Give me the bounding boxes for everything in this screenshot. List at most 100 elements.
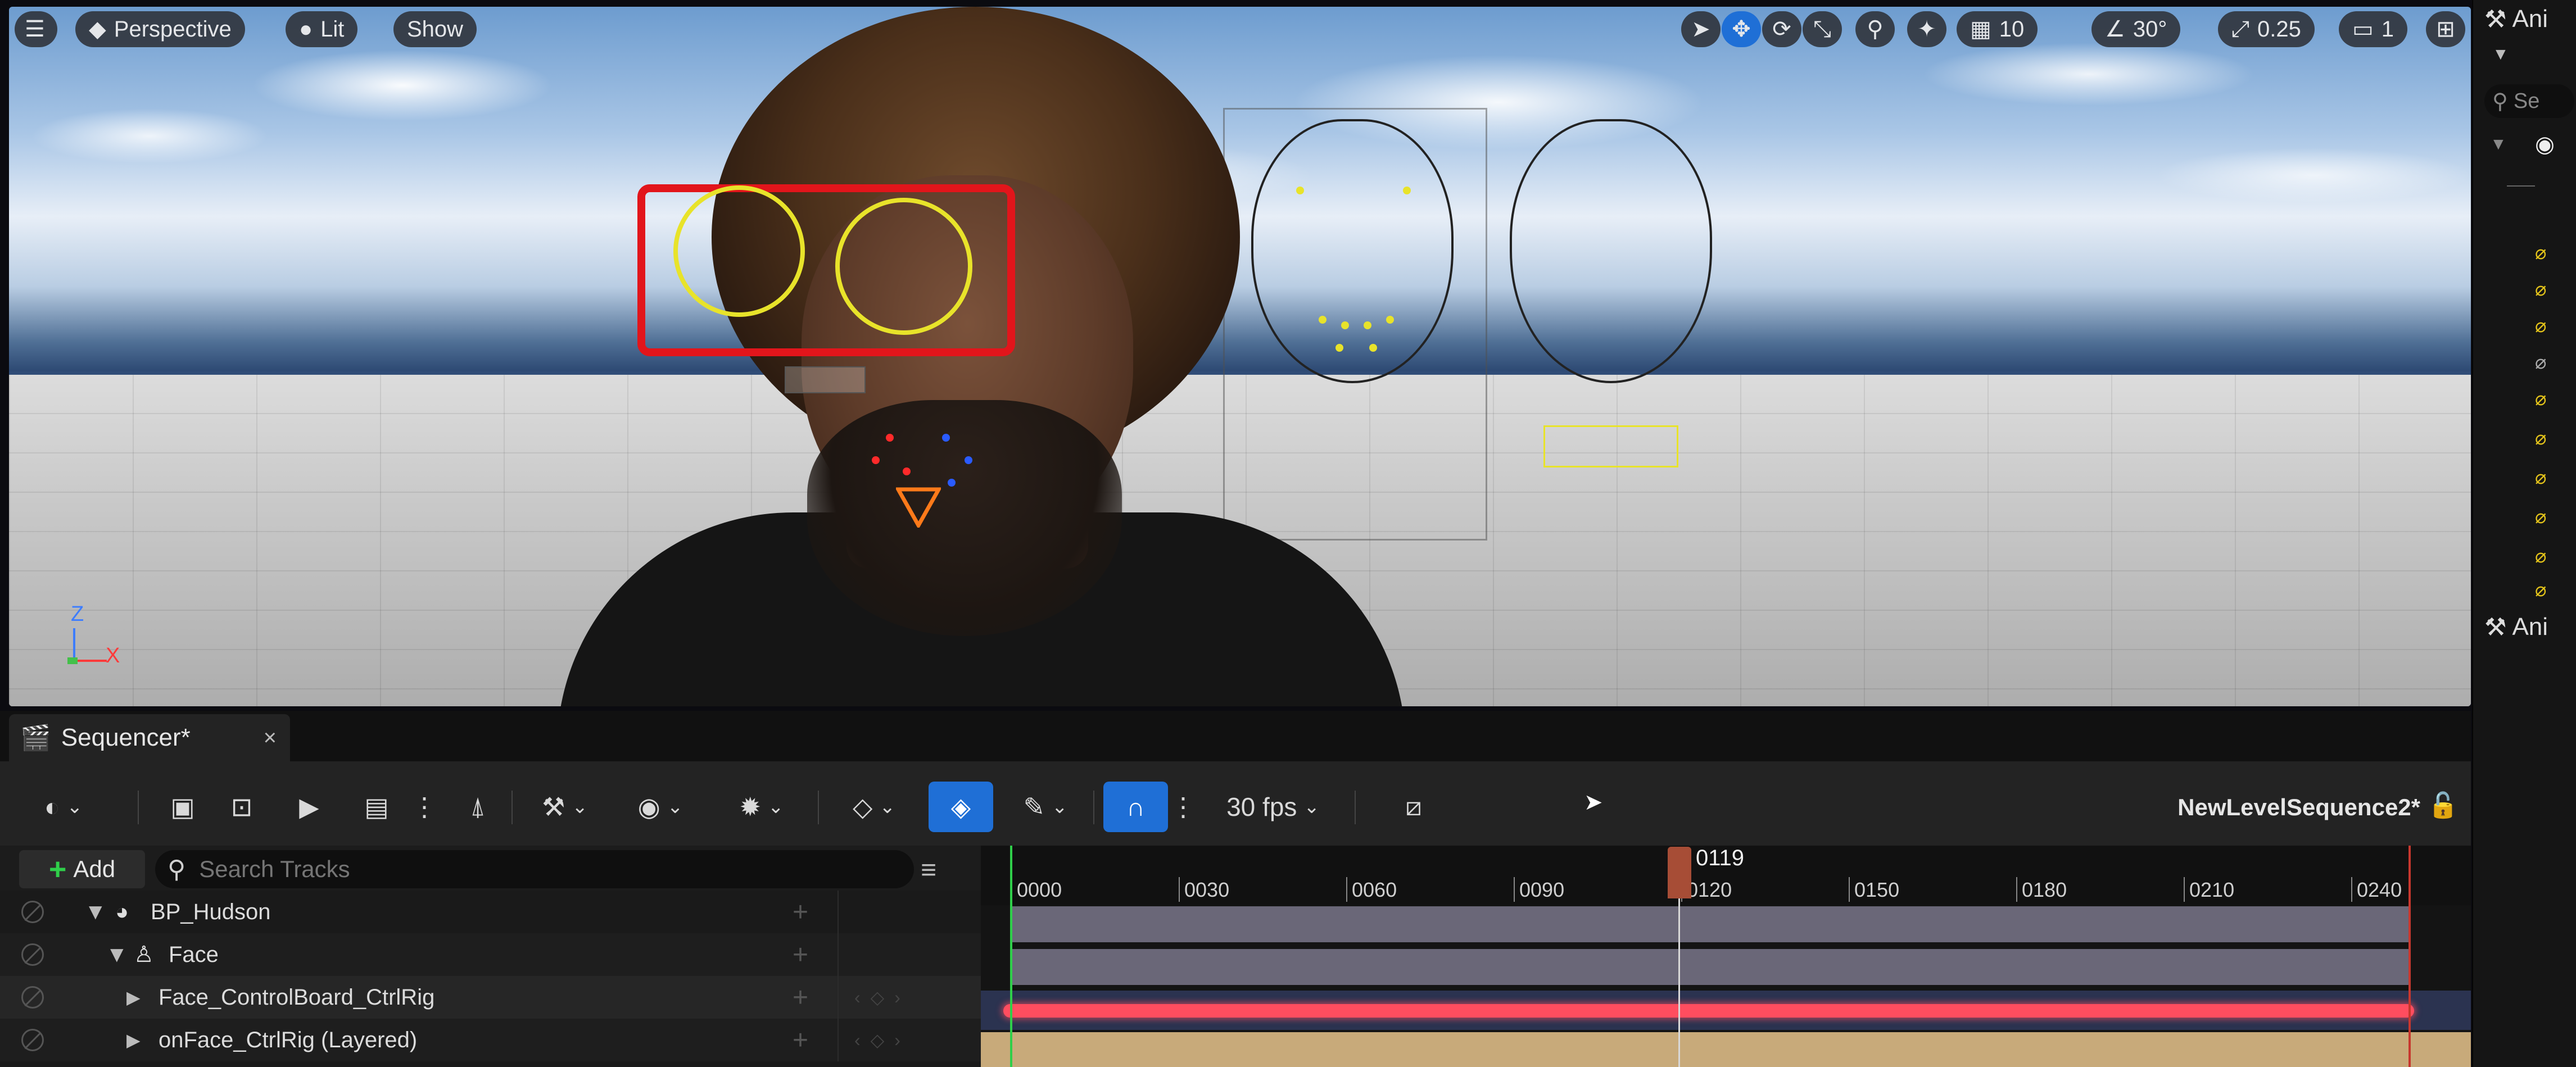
lit-button[interactable]: ● Lit: [286, 11, 358, 47]
add-subtrack-button[interactable]: +: [793, 1025, 808, 1056]
board-control[interactable]: [1403, 187, 1411, 194]
board-control[interactable]: [1341, 321, 1349, 329]
mouth-control-red[interactable]: [903, 467, 911, 475]
level-viewport[interactable]: ☰ ◆ Perspective ● Lit Show ➤ ✥ ⟳ ⤡ ⚲ ✦ ▦…: [9, 7, 2471, 706]
edit-mode-button[interactable]: ✎ ⌄: [1009, 782, 1082, 832]
mouth-control-blue[interactable]: [965, 456, 972, 464]
control-item-icon[interactable]: ⌀: [2535, 315, 2569, 337]
find-asset-button[interactable]: ⊡: [222, 782, 261, 832]
snap-options-button[interactable]: ⋮: [1170, 782, 1196, 832]
control-item-icon[interactable]: ⌀: [2535, 506, 2569, 528]
expand-arrow-icon[interactable]: ▶: [126, 1029, 141, 1051]
collapse-arrow-icon[interactable]: ▼: [106, 942, 128, 968]
grid-snap-button[interactable]: ▦ 10: [1957, 11, 2038, 47]
mouth-control-red[interactable]: [886, 434, 894, 442]
board-control[interactable]: [1369, 344, 1377, 352]
sequencer-tab[interactable]: 🎬 Sequencer* ×: [9, 714, 290, 761]
layered-rig-section-bar[interactable]: [981, 1032, 2471, 1067]
save-sequence-button[interactable]: ▣: [163, 782, 202, 832]
playhead-handle[interactable]: [1668, 847, 1691, 898]
panel-search[interactable]: ⚲ Se: [2484, 84, 2574, 118]
camera-speed-button[interactable]: ▭ 1: [2339, 11, 2408, 47]
hierarchy-button[interactable]: ⍋: [455, 782, 500, 832]
expand-arrow-icon[interactable]: ▼: [2490, 135, 2507, 154]
mute-toggle[interactable]: [21, 1029, 44, 1051]
playback-start-marker[interactable]: [1010, 846, 1012, 1067]
coordinate-system-button[interactable]: ⚲: [1855, 11, 1895, 47]
select-mode-button[interactable]: ➤: [1681, 11, 1721, 47]
track-row[interactable]: ▶ Face_ControlBoard_CtrlRig + ‹◇›: [0, 976, 981, 1019]
add-subtrack-button[interactable]: +: [793, 939, 808, 970]
key-navigation-icon[interactable]: ‹◇›: [854, 987, 911, 1008]
mouth-control-blue[interactable]: [948, 479, 956, 487]
settings-menu-button[interactable]: ⚒ ⌄: [528, 782, 601, 832]
viewport-layout-button[interactable]: ⊞: [2426, 11, 2465, 47]
rotate-mode-button[interactable]: ⟳: [1762, 11, 1801, 47]
eye-icon[interactable]: ◉: [2535, 131, 2555, 157]
add-camera-button[interactable]: ▶: [287, 782, 332, 832]
key-navigation-icon[interactable]: ‹◇›: [854, 1029, 911, 1051]
animation-tab-top[interactable]: ⚒ Ani: [2484, 2, 2548, 36]
face-section-bar[interactable]: [1012, 949, 2409, 985]
close-icon[interactable]: ×: [264, 725, 277, 751]
collapse-arrow-icon[interactable]: ▼: [84, 900, 107, 925]
scale-mode-button[interactable]: ⤡: [1803, 11, 1842, 47]
curve-editor-button[interactable]: ⧄: [1388, 782, 1439, 832]
chevron-down-icon[interactable]: ▼: [2492, 45, 2509, 64]
control-item-icon[interactable]: ⌀: [2535, 388, 2569, 410]
control-item-icon[interactable]: ⌀: [2535, 466, 2569, 488]
secondary-control-box[interactable]: [1543, 425, 1678, 467]
perspective-button[interactable]: ◆ Perspective: [75, 11, 245, 47]
world-menu-button[interactable]: ◐ ⌄: [27, 782, 100, 832]
search-tracks-input[interactable]: [198, 855, 819, 883]
right-eye-control[interactable]: [835, 198, 972, 335]
board-control[interactable]: [1335, 344, 1343, 352]
track-row[interactable]: ▼ ♙ Face +: [0, 933, 981, 976]
board-control[interactable]: [1319, 316, 1327, 324]
timeline-area[interactable]: 0000 0030 0060 0090 0120 0150 0180 0210 …: [981, 846, 2471, 1067]
translate-mode-button[interactable]: ✥: [1722, 11, 1761, 47]
mute-toggle[interactable]: [21, 901, 44, 923]
rotation-snap-button[interactable]: ∠ 30°: [2091, 11, 2181, 47]
fps-selector[interactable]: 30 fps ⌄: [1214, 782, 1332, 832]
track-row[interactable]: ▼ ◕ BP_Hudson +: [0, 891, 981, 933]
control-item-icon[interactable]: ⌀: [2535, 242, 2569, 264]
viewport-menu-button[interactable]: ☰: [15, 11, 57, 47]
sequence-name[interactable]: NewLevelSequence2*: [2177, 794, 2420, 821]
board-control[interactable]: [1386, 316, 1394, 324]
more-options-button[interactable]: ⋮: [411, 782, 437, 832]
actor-section-bar[interactable]: [1012, 906, 2409, 942]
mute-toggle[interactable]: [21, 986, 44, 1009]
mouth-control-red[interactable]: [872, 456, 880, 464]
left-eye-control[interactable]: [673, 185, 805, 317]
add-subtrack-button[interactable]: +: [793, 982, 808, 1013]
mouth-control-blue[interactable]: [942, 434, 950, 442]
control-item-icon[interactable]: ⌀: [2535, 579, 2569, 601]
snap-toggle-button[interactable]: ∩: [1103, 782, 1168, 832]
lock-icon[interactable]: 🔓: [2428, 791, 2459, 820]
board-control[interactable]: [1364, 321, 1371, 329]
auto-key-button[interactable]: ◈: [929, 782, 993, 832]
control-item-icon[interactable]: ⌀: [2535, 545, 2569, 567]
jaw-control[interactable]: [896, 487, 941, 528]
view-options-button[interactable]: ◉ ⌄: [624, 782, 697, 832]
mute-toggle[interactable]: [21, 943, 44, 966]
control-item-icon[interactable]: ⌀: [2535, 278, 2569, 300]
add-track-button[interactable]: + Add: [19, 850, 145, 888]
scale-snap-button[interactable]: ⤢ 0.25: [2218, 11, 2315, 47]
filter-icon[interactable]: ≡: [921, 855, 936, 886]
add-subtrack-button[interactable]: +: [793, 897, 808, 928]
control-rig-section-bar[interactable]: [1003, 1004, 2414, 1018]
track-row[interactable]: ▶ onFace_CtrlRig (Layered) + ‹◇›: [0, 1019, 981, 1061]
show-button[interactable]: Show: [393, 11, 477, 47]
control-item-icon[interactable]: ⌀: [2535, 351, 2569, 373]
animation-tab-bottom[interactable]: ⚒ Ani: [2484, 610, 2548, 644]
render-movie-button[interactable]: ▤: [354, 782, 399, 832]
surface-snap-button[interactable]: ✦: [1907, 11, 1946, 47]
playback-options-button[interactable]: ✹ ⌄: [725, 782, 798, 832]
playback-end-marker[interactable]: [2409, 846, 2411, 1067]
key-options-button[interactable]: ◇ ⌄: [837, 782, 911, 832]
search-tracks-field[interactable]: ⚲: [155, 850, 914, 888]
expand-arrow-icon[interactable]: ▶: [126, 987, 141, 1008]
board-control[interactable]: [1296, 187, 1304, 194]
